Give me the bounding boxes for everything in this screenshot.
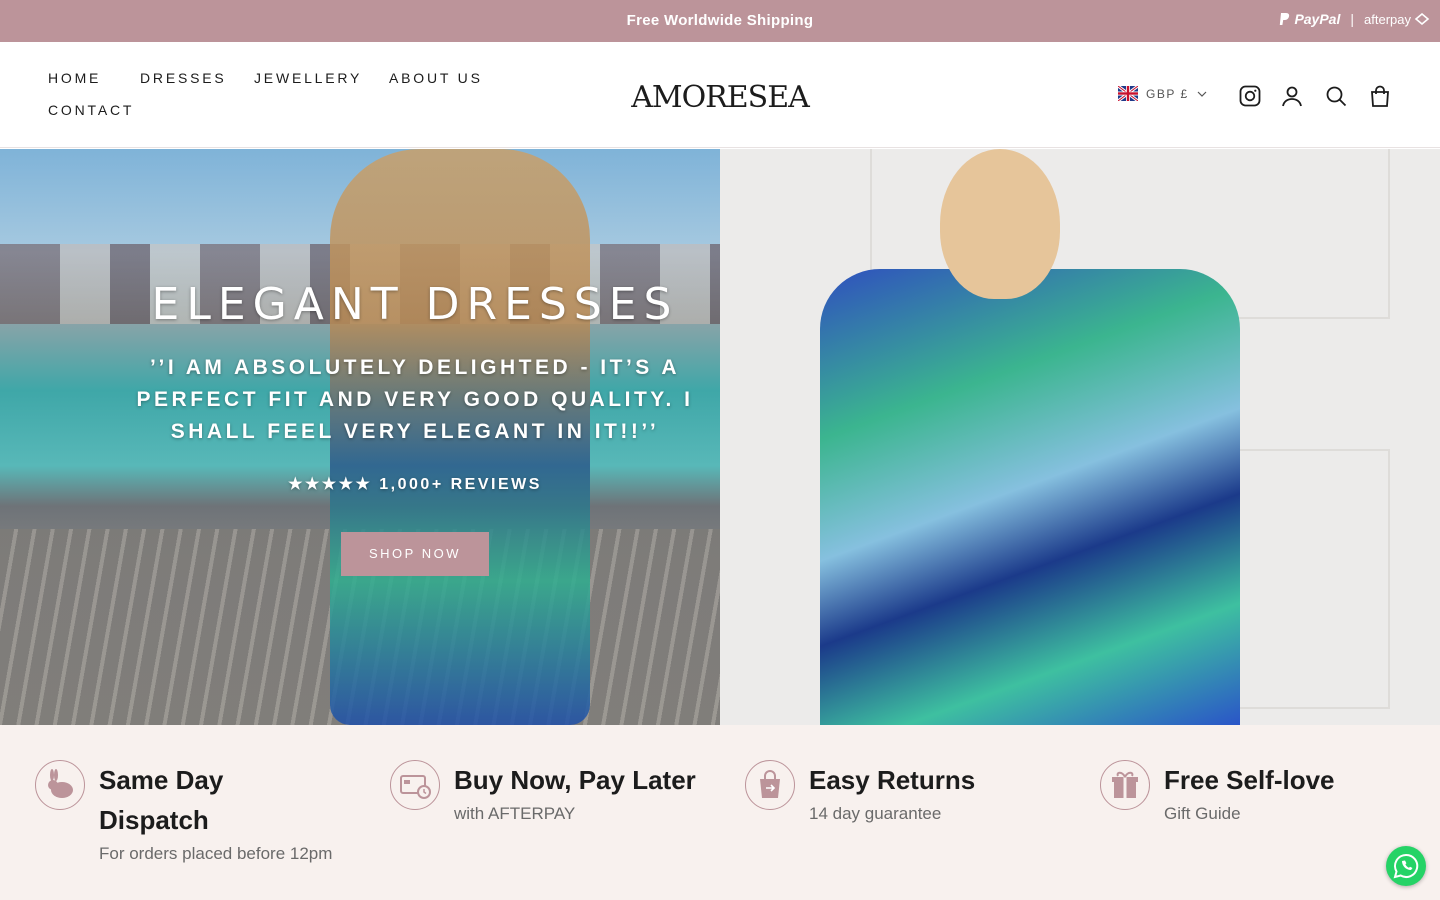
feature-text: Buy Now, Pay Later with AFTERPAY bbox=[454, 760, 696, 827]
instagram-icon bbox=[1239, 85, 1261, 107]
feature-subtitle: Gift Guide bbox=[1164, 804, 1241, 823]
features-bar: Same Day Dispatch For orders placed befo… bbox=[0, 725, 1440, 900]
instagram-button[interactable] bbox=[1238, 84, 1262, 108]
feature-same-day-dispatch: Same Day Dispatch For orders placed befo… bbox=[35, 760, 335, 867]
hero-reviews: ★★★★★ 1,000+ REVIEWS bbox=[288, 476, 542, 493]
hero-image-right bbox=[720, 149, 1440, 725]
feature-icon-wrap bbox=[390, 760, 440, 810]
nav-dresses[interactable]: DRESSES bbox=[140, 70, 227, 86]
nav-contact[interactable]: CONTACT bbox=[48, 102, 134, 118]
chevron-down-icon bbox=[1197, 91, 1207, 97]
feature-subtitle: 14 day guarantee bbox=[809, 804, 942, 823]
feature-subtitle: For orders placed before 12pm bbox=[99, 844, 333, 863]
nav-jewellery[interactable]: JEWELLERY bbox=[254, 70, 362, 86]
hero-content: ELEGANT DRESSES ’’I AM ABSOLUTELY DELIGH… bbox=[130, 279, 700, 576]
afterpay-icon bbox=[1414, 13, 1430, 25]
currency-selector[interactable]: GBP £ bbox=[1118, 86, 1207, 101]
cart-button[interactable] bbox=[1368, 84, 1392, 108]
nav-about-us[interactable]: ABOUT US bbox=[389, 70, 483, 86]
feature-easy-returns: Easy Returns 14 day guarantee bbox=[745, 760, 1065, 827]
afterpay-badge: afterpay bbox=[1364, 12, 1430, 27]
feature-title: Easy Returns bbox=[809, 765, 976, 795]
feature-text: Easy Returns 14 day guarantee bbox=[809, 760, 975, 827]
feature-buy-now-pay-later: Buy Now, Pay Later with AFTERPAY bbox=[390, 760, 710, 827]
hero-banner: ELEGANT DRESSES ’’I AM ABSOLUTELY DELIGH… bbox=[0, 149, 1440, 725]
shopping-bag-icon bbox=[760, 770, 780, 798]
nav-home[interactable]: HOME bbox=[48, 70, 101, 86]
hero-title: ELEGANT DRESSES bbox=[151, 279, 679, 330]
card-icon bbox=[400, 775, 431, 799]
afterpay-label: afterpay bbox=[1364, 11, 1411, 27]
feature-icon-wrap bbox=[745, 760, 795, 810]
hero-right-model-dress bbox=[820, 269, 1240, 725]
paypal-icon bbox=[1280, 13, 1290, 25]
rabbit-icon bbox=[48, 769, 73, 798]
site-header: HOME DRESSES JEWELLERY ABOUT US CONTACT … bbox=[0, 42, 1440, 148]
feature-text: Free Self-love Gift Guide bbox=[1164, 760, 1335, 827]
account-icon bbox=[1282, 86, 1302, 107]
gift-icon bbox=[1112, 771, 1138, 798]
shop-now-button[interactable]: SHOP NOW bbox=[341, 532, 489, 576]
currency-label: GBP £ bbox=[1146, 86, 1189, 101]
paypal-badge: PayPal bbox=[1278, 11, 1340, 27]
whatsapp-icon bbox=[1393, 853, 1419, 879]
payment-separator: | bbox=[1350, 11, 1355, 27]
paypal-label: PayPal bbox=[1294, 11, 1341, 27]
site-logo[interactable]: AMORESEA bbox=[620, 80, 820, 115]
search-button[interactable] bbox=[1324, 84, 1348, 108]
hero-quote: ’’I AM ABSOLUTELY DELIGHTED - IT’S A PER… bbox=[136, 356, 694, 443]
feature-title: Same Day Dispatch bbox=[99, 765, 224, 835]
feature-icon-wrap bbox=[1100, 760, 1150, 810]
feature-free-self-love: Free Self-love Gift Guide bbox=[1100, 760, 1400, 827]
feature-subtitle: with AFTERPAY bbox=[454, 804, 576, 823]
feature-title: Free Self-love bbox=[1164, 765, 1335, 795]
announcement-bar: Free Worldwide Shipping PayPal | afterpa… bbox=[0, 0, 1440, 42]
account-button[interactable] bbox=[1280, 84, 1304, 108]
announcement-message: Free Worldwide Shipping bbox=[626, 12, 814, 29]
whatsapp-chat-button[interactable] bbox=[1386, 846, 1426, 886]
uk-flag-icon bbox=[1118, 86, 1138, 101]
search-icon bbox=[1326, 86, 1347, 107]
cart-icon bbox=[1371, 85, 1389, 107]
feature-title: Buy Now, Pay Later bbox=[454, 765, 696, 795]
feature-icon-wrap bbox=[35, 760, 85, 810]
payment-badges: PayPal | afterpay bbox=[1278, 11, 1430, 27]
hero-right-model-head bbox=[940, 149, 1060, 299]
feature-text: Same Day Dispatch For orders placed befo… bbox=[99, 760, 335, 867]
